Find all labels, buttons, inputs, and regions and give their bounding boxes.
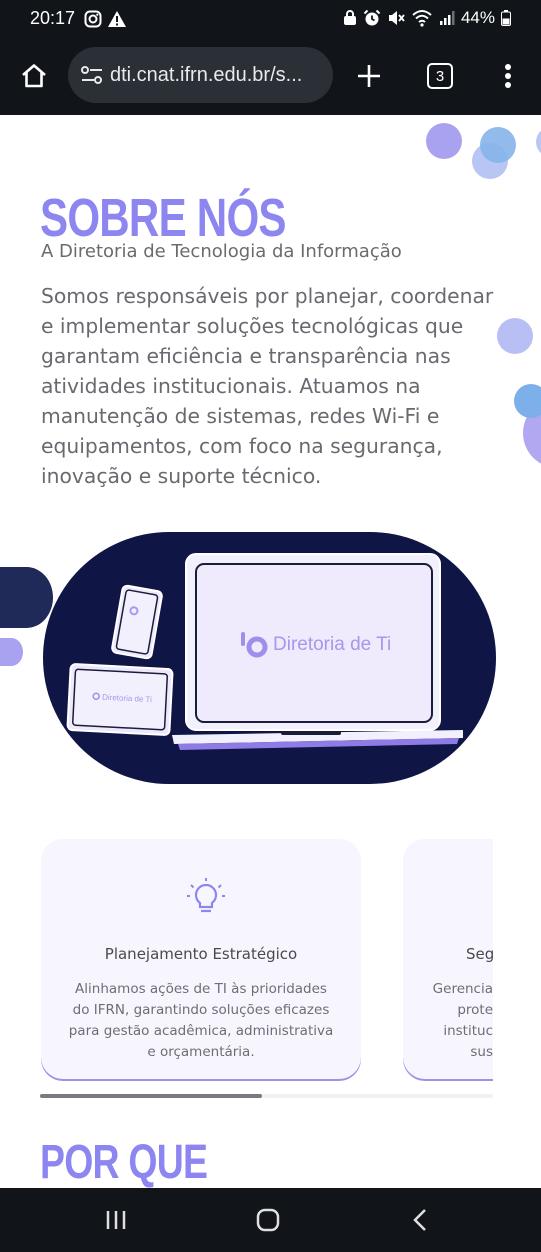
card-line: Gerencia <box>432 981 493 997</box>
card-line: para gestão acadêmica, administrativa <box>68 1023 334 1039</box>
battery-percent: 44% <box>460 8 495 27</box>
card-line: do IFRN, garantindo soluções eficazes <box>72 1002 330 1018</box>
hero-brand-text: Diretoria de Ti <box>273 634 391 655</box>
hero-illustration: Diretoria de Ti Diretoria de Ti <box>43 532 496 784</box>
system-nav-bar <box>0 1188 541 1252</box>
decorative-bubble <box>536 127 541 157</box>
alarm-icon <box>363 9 381 26</box>
paragraph-line: e implementar soluções tecnológicas que <box>41 314 464 338</box>
lightbulb-icon <box>187 878 225 913</box>
decorative-bubble <box>514 384 541 418</box>
url-bar[interactable]: dti.cnat.ifrn.edu.br/s... <box>68 47 333 103</box>
home-nav-button[interactable] <box>246 1200 290 1240</box>
devices-illustration: Diretoria de Ti Diretoria de Ti <box>66 553 463 750</box>
card-description: Gerencia prote instituc sus <box>403 979 493 1063</box>
battery-icon <box>501 10 511 26</box>
status-bar: 20:17 44% <box>0 0 541 38</box>
decorative-bubble <box>480 127 516 163</box>
decorative-bubble <box>426 123 462 159</box>
card-security[interactable]: Seg Gerencia prote instituc sus <box>403 839 493 1079</box>
browser-toolbar: dti.cnat.ifrn.edu.br/s... 3 <box>0 38 541 115</box>
card-title: Planejamento Estratégico <box>104 945 298 963</box>
paragraph-line: garantam eficiência e transparência nas <box>41 344 451 368</box>
carousel-scroll-thumb[interactable] <box>40 1094 262 1098</box>
mute-icon <box>388 11 405 25</box>
signal-icon <box>439 11 455 25</box>
home-button[interactable] <box>12 54 56 98</box>
status-time: 20:17 <box>30 8 76 28</box>
wifi-icon <box>412 10 432 27</box>
card-line: prote <box>457 1002 493 1018</box>
recent-apps-button[interactable] <box>94 1200 138 1240</box>
home-icon <box>22 64 46 88</box>
paragraph-line: Somos responsáveis por planejar, coorden… <box>41 284 494 308</box>
lock-icon <box>343 10 356 25</box>
tab-switcher-button[interactable]: 3 <box>418 54 462 98</box>
page-content: SOBRE NÓS A Diretoria de Tecnologia da I… <box>0 115 541 1188</box>
site-settings-icon[interactable] <box>80 64 104 86</box>
back-button[interactable] <box>398 1200 442 1240</box>
paragraph-line: atividades institucionais. Atuamos na <box>41 374 421 398</box>
instagram-icon <box>84 10 102 28</box>
section-title: POR QUE EXISTIMOS? <box>40 1136 208 1188</box>
card-line: Alinhamos ações de TI às prioridades <box>75 981 327 997</box>
menu-button[interactable] <box>486 54 530 98</box>
url-text: dti.cnat.ifrn.edu.br/s... <box>110 63 303 86</box>
new-tab-button[interactable] <box>347 54 391 98</box>
paragraph-line: equipamentos, com foco na segurança, <box>41 434 443 458</box>
back-chevron-icon <box>413 1209 426 1231</box>
status-right: 44% <box>343 8 511 28</box>
paragraph-line: manutenção de sistemas, redes Wi-Fi e <box>41 404 440 428</box>
card-description: Alinhamos ações de TI às prioridades do … <box>41 979 361 1063</box>
tab-count: 3 <box>427 63 453 89</box>
page-subtitle: A Diretoria de Tecnologia da Informação <box>41 241 402 262</box>
card-line: instituc <box>443 1023 493 1039</box>
about-paragraph: Somos responsáveis por planejar, coorden… <box>41 281 511 491</box>
card-line: e orçamentária. <box>147 1044 255 1060</box>
decorative-bubble <box>0 638 23 666</box>
card-clip: Seg Gerencia prote instituc sus <box>403 839 493 1084</box>
home-circle-icon <box>256 1208 280 1232</box>
card-planning[interactable]: Planejamento Estratégico Alinhamos ações… <box>41 839 361 1079</box>
warning-icon <box>108 11 126 27</box>
recents-icon <box>106 1211 126 1229</box>
more-vert-icon <box>505 64 511 88</box>
page-title: SOBRE NÓS <box>40 188 287 248</box>
card-title: Seg <box>466 945 493 963</box>
paragraph-line: inovação e suporte técnico. <box>41 464 322 488</box>
plus-icon <box>358 65 380 87</box>
card-line: sus <box>470 1044 493 1060</box>
